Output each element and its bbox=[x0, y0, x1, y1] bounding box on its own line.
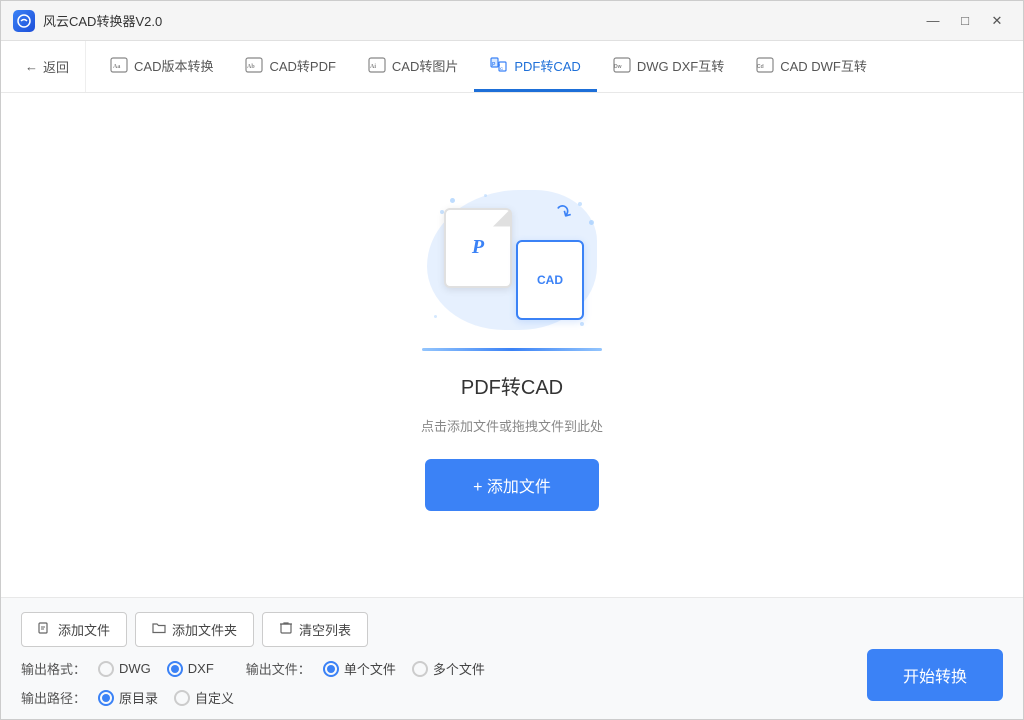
path-radio-group: 原目录 自定义 bbox=[98, 688, 234, 707]
drop-area[interactable]: P ↷ CAD PDF转CAD 点击添加文件或拖拽文件到此处 + 添加文件 bbox=[392, 160, 632, 531]
format-dxf-label: DXF bbox=[188, 661, 214, 676]
decor-dot-3 bbox=[484, 194, 487, 197]
path-custom-label: 自定义 bbox=[195, 688, 234, 707]
output-file-group: 输出文件： 单个文件 多个文件 bbox=[246, 659, 485, 678]
file-single-label: 单个文件 bbox=[344, 659, 396, 678]
decor-dot-7 bbox=[580, 322, 584, 326]
bottom-clear-label: 清空列表 bbox=[299, 620, 351, 639]
format-dwg-label: DWG bbox=[119, 661, 151, 676]
tab-icon-cad-version: Aa bbox=[110, 56, 128, 74]
svg-text:Ai: Ai bbox=[370, 64, 376, 70]
format-dwg-radio[interactable] bbox=[98, 661, 114, 677]
tab-icon-pdf-cad: P C bbox=[490, 56, 508, 74]
path-original-label: 原目录 bbox=[119, 688, 158, 707]
output-path-label: 输出路径： bbox=[21, 688, 86, 707]
path-custom-option[interactable]: 自定义 bbox=[174, 688, 234, 707]
tab-dwg-dxf[interactable]: Dw DWG DXF互转 bbox=[597, 41, 740, 92]
decoration-line bbox=[422, 348, 602, 351]
nav-bar: ← 返回 Aa CAD版本转换 Ab CAD转PDF bbox=[1, 41, 1023, 93]
nav-tabs: Aa CAD版本转换 Ab CAD转PDF Ai CAD转图 bbox=[94, 41, 1015, 92]
bottom-add-folder-label: 添加文件夹 bbox=[172, 620, 237, 639]
format-dxf-option[interactable]: DXF bbox=[167, 661, 214, 677]
file-multi-radio[interactable] bbox=[412, 661, 428, 677]
app-title: 风云CAD转换器V2.0 bbox=[43, 11, 162, 30]
svg-text:Ab: Ab bbox=[247, 64, 255, 70]
tab-label-cad-pdf: CAD转PDF bbox=[269, 56, 335, 75]
output-format-group: 输出格式： DWG DXF bbox=[21, 659, 214, 678]
cad-file-icon: CAD bbox=[516, 240, 584, 320]
tab-icon-cad-image: Ai bbox=[368, 56, 386, 74]
path-original-option[interactable]: 原目录 bbox=[98, 688, 158, 707]
settings-row-1: 输出格式： DWG DXF 输出文件： 单个文件 bbox=[21, 659, 1003, 678]
tab-label-pdf-cad: PDF转CAD bbox=[514, 56, 580, 75]
file-single-radio[interactable] bbox=[323, 661, 339, 677]
tab-icon-cad-pdf: Ab bbox=[245, 56, 263, 74]
bottom-clear-button[interactable]: 清空列表 bbox=[262, 612, 368, 647]
format-dxf-radio[interactable] bbox=[167, 661, 183, 677]
tab-cad-pdf[interactable]: Ab CAD转PDF bbox=[229, 41, 351, 92]
add-folder-icon bbox=[152, 621, 166, 638]
tab-label-dwg-dxf: DWG DXF互转 bbox=[637, 56, 724, 75]
minimize-button[interactable]: — bbox=[919, 10, 947, 32]
tab-icon-dwg-dxf: Dw bbox=[613, 56, 631, 74]
bottom-action-row: 添加文件 添加文件夹 清空列表 bbox=[21, 612, 1003, 647]
file-radio-group: 单个文件 多个文件 bbox=[323, 659, 485, 678]
decor-dot-6 bbox=[434, 315, 437, 318]
tab-label-cad-version: CAD版本转换 bbox=[134, 56, 213, 75]
main-add-file-button[interactable]: + 添加文件 bbox=[425, 459, 599, 511]
decor-dot-4 bbox=[578, 202, 582, 206]
back-button[interactable]: ← 返回 bbox=[9, 41, 86, 92]
file-single-option[interactable]: 单个文件 bbox=[323, 659, 396, 678]
main-content: P ↷ CAD PDF转CAD 点击添加文件或拖拽文件到此处 + 添加文件 bbox=[1, 93, 1023, 597]
illustration-container: P ↷ CAD bbox=[412, 180, 612, 340]
tab-pdf-cad[interactable]: P C PDF转CAD bbox=[474, 41, 596, 92]
tab-label-cad-image: CAD转图片 bbox=[392, 56, 458, 75]
back-arrow-icon: ← bbox=[25, 59, 38, 74]
decor-dot-5 bbox=[589, 220, 594, 225]
output-path-group: 输出路径： 原目录 自定义 bbox=[21, 688, 234, 707]
start-convert-button[interactable]: 开始转换 bbox=[867, 649, 1003, 701]
file-multi-option[interactable]: 多个文件 bbox=[412, 659, 485, 678]
path-custom-radio[interactable] bbox=[174, 690, 190, 706]
tab-cad-version[interactable]: Aa CAD版本转换 bbox=[94, 41, 229, 92]
settings-row-2: 输出路径： 原目录 自定义 bbox=[21, 688, 1003, 707]
clear-icon bbox=[279, 621, 293, 638]
bottom-bar: 添加文件 添加文件夹 清空列表 输出格式： bbox=[1, 597, 1023, 719]
page-title: PDF转CAD bbox=[461, 371, 563, 400]
drop-hint: 点击添加文件或拖拽文件到此处 bbox=[421, 416, 603, 435]
back-label: 返回 bbox=[43, 57, 69, 76]
path-original-radio[interactable] bbox=[98, 690, 114, 706]
svg-text:Aa: Aa bbox=[113, 64, 120, 70]
tab-cad-image[interactable]: Ai CAD转图片 bbox=[352, 41, 474, 92]
file-multi-label: 多个文件 bbox=[433, 659, 485, 678]
tab-icon-cad-dwf: Cd bbox=[756, 56, 774, 74]
maximize-button[interactable]: □ bbox=[951, 10, 979, 32]
svg-text:Cd: Cd bbox=[757, 64, 764, 70]
format-radio-group: DWG DXF bbox=[98, 661, 214, 677]
output-format-label: 输出格式： bbox=[21, 659, 86, 678]
svg-text:Dw: Dw bbox=[614, 64, 622, 70]
svg-text:C: C bbox=[500, 66, 503, 71]
pdf-file-icon: P bbox=[444, 208, 512, 288]
tab-label-cad-dwf: CAD DWF互转 bbox=[780, 56, 867, 75]
tab-cad-dwf[interactable]: Cd CAD DWF互转 bbox=[740, 41, 883, 92]
decor-dot-1 bbox=[450, 198, 455, 203]
close-button[interactable]: ✕ bbox=[983, 10, 1011, 32]
add-file-icon bbox=[38, 621, 52, 638]
window-controls: — □ ✕ bbox=[919, 10, 1011, 32]
bottom-add-folder-button[interactable]: 添加文件夹 bbox=[135, 612, 254, 647]
bottom-add-file-label: 添加文件 bbox=[58, 620, 110, 639]
format-dwg-option[interactable]: DWG bbox=[98, 661, 151, 677]
title-bar: 风云CAD转换器V2.0 — □ ✕ bbox=[1, 1, 1023, 41]
output-file-label: 输出文件： bbox=[246, 659, 311, 678]
bottom-add-file-button[interactable]: 添加文件 bbox=[21, 612, 127, 647]
app-icon bbox=[13, 10, 35, 32]
